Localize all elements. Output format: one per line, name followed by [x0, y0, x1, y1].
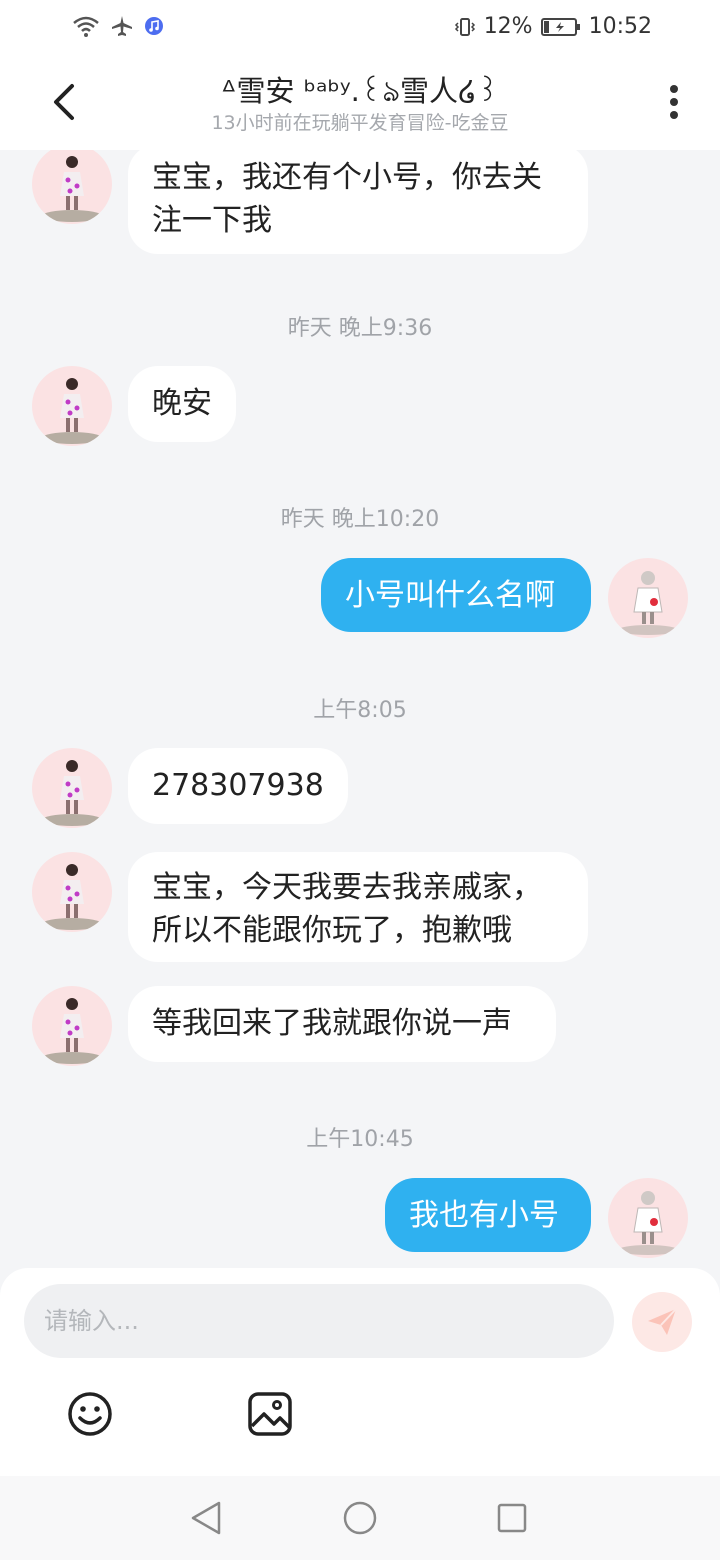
- girl-figure-icon: [42, 378, 102, 444]
- battery-charging-icon: [540, 17, 580, 36]
- more-options-button[interactable]: [656, 80, 692, 124]
- status-right: 12% 10:52: [454, 14, 652, 39]
- circle-home-icon: [343, 1501, 377, 1535]
- wifi-icon: [73, 16, 99, 37]
- chat-header: ᐞ雪安 ᵇᵃᵇʸ.꒰ঌ雪人໒꒱ 13小时前在玩躺平发育冒险-吃金豆: [0, 56, 720, 150]
- image-button[interactable]: [246, 1390, 294, 1438]
- message-input[interactable]: [24, 1284, 614, 1358]
- square-recents-icon: [497, 1503, 527, 1533]
- smiley-icon: [68, 1392, 112, 1436]
- message-timestamp: 昨天 晚上9:36: [287, 316, 433, 341]
- airplane-icon: [112, 16, 132, 36]
- nav-recents-button[interactable]: [492, 1498, 532, 1538]
- message-line: 宝宝，我还有个小号，你去关: [152, 160, 542, 195]
- message-text: 278307938: [152, 768, 324, 803]
- message-text: 等我回来了我就跟你说一声: [152, 1006, 512, 1041]
- music-app-icon: [145, 17, 163, 35]
- girl-figure-icon: [42, 760, 102, 826]
- snowman-figure-icon: [618, 571, 678, 635]
- snowman-figure-icon: [618, 1191, 678, 1255]
- nav-home-button[interactable]: [340, 1498, 380, 1538]
- clock: 10:52: [588, 14, 652, 39]
- status-bar: 12% 10:52: [0, 0, 720, 56]
- message-bubble-incoming[interactable]: 278307938: [128, 748, 348, 824]
- contact-activity: 13小时前在玩躺平发育冒险-吃金豆: [211, 112, 509, 134]
- vibrate-icon: [454, 17, 475, 36]
- chevron-left-icon: [54, 84, 74, 120]
- system-nav-bar: [0, 1476, 720, 1560]
- message-line: 注一下我: [152, 203, 272, 238]
- message-line: 宝宝，今天我要去我亲戚家，: [152, 870, 542, 905]
- status-left-icons: [72, 14, 164, 38]
- nav-back-button[interactable]: [186, 1498, 226, 1538]
- contact-avatar[interactable]: [32, 366, 112, 446]
- message-timestamp: 上午8:05: [313, 698, 407, 723]
- message-bubble-incoming[interactable]: 晚安: [128, 366, 236, 442]
- back-button[interactable]: [40, 78, 88, 126]
- contact-avatar[interactable]: [32, 150, 112, 224]
- message-bubble-incoming[interactable]: 等我回来了我就跟你说一声: [128, 986, 556, 1062]
- my-avatar[interactable]: [608, 558, 688, 638]
- image-icon: [248, 1392, 292, 1436]
- battery-percent: 12%: [483, 14, 533, 39]
- message-bubble-incoming[interactable]: 宝宝，我还有个小号，你去关 注一下我: [128, 150, 588, 254]
- my-avatar[interactable]: [608, 1178, 688, 1258]
- message-text: 小号叫什么名啊: [345, 578, 555, 613]
- message-text: 晚安: [152, 386, 212, 421]
- send-button[interactable]: [632, 1292, 692, 1352]
- girl-figure-icon: [42, 156, 102, 222]
- girl-figure-icon: [42, 864, 102, 930]
- message-timestamp: 上午10:45: [306, 1127, 414, 1152]
- message-bubble-outgoing[interactable]: 我也有小号: [385, 1178, 591, 1252]
- message-text: 我也有小号: [409, 1198, 559, 1233]
- triangle-back-icon: [191, 1501, 221, 1535]
- message-bubble-incoming[interactable]: 宝宝，今天我要去我亲戚家， 所以不能跟你玩了，抱歉哦: [128, 852, 588, 962]
- composer: [0, 1268, 720, 1476]
- contact-avatar[interactable]: [32, 852, 112, 932]
- girl-figure-icon: [42, 998, 102, 1064]
- emoji-button[interactable]: [66, 1390, 114, 1438]
- message-list[interactable]: 宝宝，我还有个小号，你去关 注一下我 昨天 晚上9:36 晚安 昨天 晚上10:…: [0, 150, 720, 1268]
- message-timestamp: 昨天 晚上10:20: [280, 507, 440, 532]
- contact-avatar[interactable]: [32, 748, 112, 828]
- contact-avatar[interactable]: [32, 986, 112, 1066]
- more-vertical-icon: [670, 85, 678, 119]
- message-line: 所以不能跟你玩了，抱歉哦: [152, 913, 512, 948]
- paper-plane-icon: [648, 1308, 677, 1335]
- message-bubble-outgoing[interactable]: 小号叫什么名啊: [321, 558, 591, 632]
